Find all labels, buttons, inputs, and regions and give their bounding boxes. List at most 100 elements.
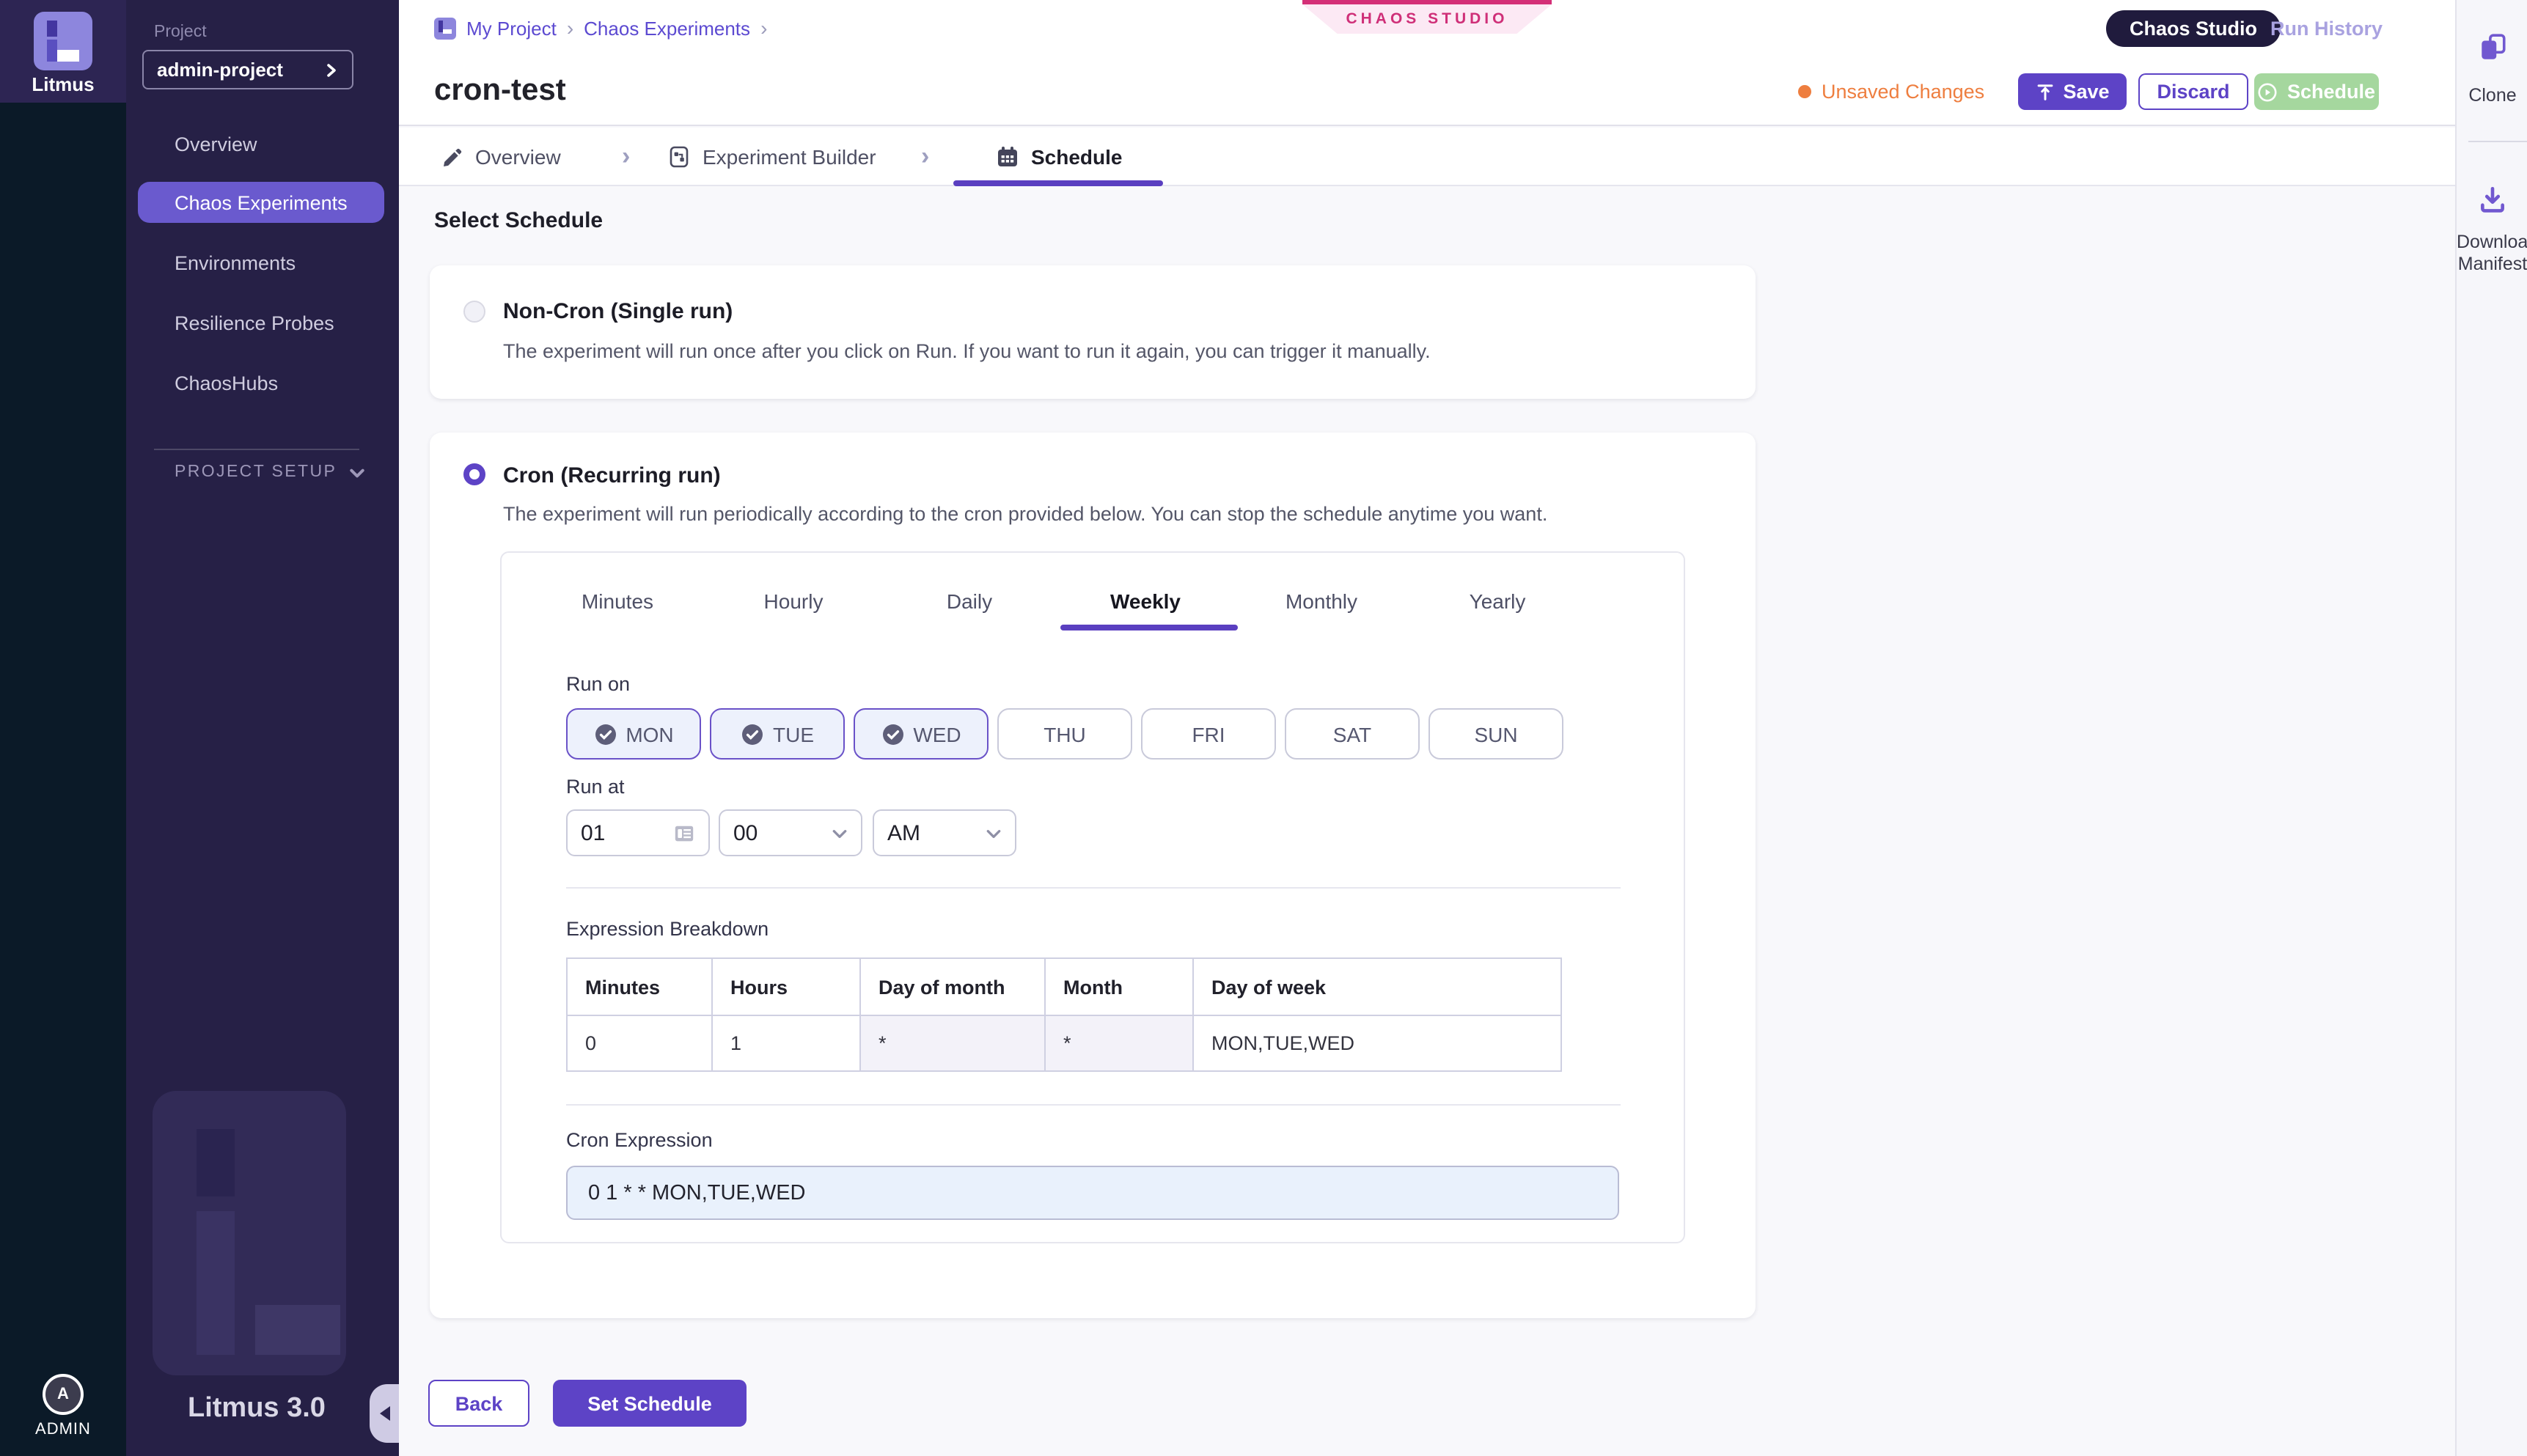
user-profile[interactable]: A ADMIN [0, 1374, 126, 1438]
download-manifest-button[interactable] [2457, 185, 2527, 220]
unsaved-dot-icon [1798, 85, 1811, 98]
sidebar: Project admin-project Overview Chaos Exp… [126, 0, 399, 1456]
freq-tab-hourly[interactable]: Hourly [705, 573, 881, 629]
col-month: Month [1045, 958, 1193, 1015]
discard-button[interactable]: Discard [2138, 73, 2248, 110]
check-circle-icon [741, 722, 764, 746]
litmus-app: Litmus A ADMIN Project admin-project Ove… [0, 0, 2527, 1456]
cell-hours: 1 [712, 1015, 860, 1071]
cron-expression-input[interactable] [585, 1180, 1600, 1206]
chevron-down-icon [832, 825, 848, 841]
clone-label: Clone [2457, 85, 2527, 106]
save-button[interactable]: Save [2018, 73, 2127, 110]
cron-option-card: Cron (Recurring run) The experiment will… [430, 433, 1756, 1318]
section-divider [566, 1104, 1621, 1106]
schedule-button[interactable]: Schedule [2254, 73, 2379, 110]
page-title: cron-test [434, 73, 566, 109]
chaos-studio-toggle[interactable]: Chaos Studio [2106, 10, 2281, 47]
play-circle-icon [2258, 81, 2278, 102]
cell-day-of-month: * [860, 1015, 1045, 1071]
clone-button[interactable] [2457, 32, 2527, 67]
project-setup-toggle[interactable]: PROJECT SETUP [175, 463, 365, 481]
time-picker: 00 AM [566, 809, 1016, 856]
col-hours: Hours [712, 958, 860, 1015]
freq-tab-minutes[interactable]: Minutes [529, 573, 705, 629]
active-tab-underline [953, 180, 1163, 186]
freq-tab-weekly[interactable]: Weekly [1057, 573, 1233, 629]
hour-input[interactable] [581, 820, 639, 845]
day-button-wed[interactable]: WED [854, 708, 989, 760]
download-icon [2477, 185, 2508, 216]
pencil-icon [441, 146, 463, 168]
non-cron-radio[interactable] [463, 301, 485, 323]
day-button-thu[interactable]: THU [997, 708, 1132, 760]
cron-builder-panel: Minutes Hourly Daily Weekly Monthly Year… [500, 551, 1685, 1243]
tab-overview[interactable]: Overview [441, 128, 561, 186]
cron-expression-field [566, 1166, 1619, 1220]
sidebar-item-overview[interactable]: Overview [126, 122, 399, 166]
day-button-tue[interactable]: TUE [710, 708, 845, 760]
breadcrumb-my-project[interactable]: My Project [466, 17, 557, 39]
project-label: Project [154, 23, 207, 41]
user-role-label: ADMIN [0, 1421, 126, 1438]
frequency-tabs: Minutes Hourly Daily Weekly Monthly Year… [529, 573, 1585, 629]
step-separator-icon: › [921, 128, 929, 186]
avatar[interactable]: A [43, 1374, 84, 1415]
cell-minutes: 0 [567, 1015, 712, 1071]
freq-tab-daily[interactable]: Daily [881, 573, 1057, 629]
sidebar-item-environments[interactable]: Environments [126, 240, 399, 284]
sidebar-collapse-button[interactable] [370, 1384, 399, 1443]
cron-radio[interactable] [463, 463, 485, 485]
cron-title: Cron (Recurring run) [503, 463, 721, 488]
col-minutes: Minutes [567, 958, 712, 1015]
minute-select[interactable]: 00 [719, 809, 862, 856]
check-circle-icon [593, 722, 617, 746]
main-area: My Project › Chaos Experiments › cron-te… [399, 0, 2455, 1456]
table-header-row: Minutes Hours Day of month Month Day of … [567, 958, 1561, 1015]
cron-expression-label: Cron Expression [566, 1129, 713, 1151]
freq-tab-yearly[interactable]: Yearly [1409, 573, 1585, 629]
non-cron-description: The experiment will run once after you c… [503, 340, 1431, 362]
rail-divider [2468, 141, 2527, 142]
collapse-arrow-icon [379, 1406, 389, 1421]
day-button-fri[interactable]: FRI [1141, 708, 1276, 760]
expression-breakdown-label: Expression Breakdown [566, 918, 769, 940]
sidebar-item-chaos-experiments[interactable]: Chaos Experiments [138, 182, 384, 223]
right-action-rail: Clone Download Manifest [2455, 0, 2527, 1456]
tab-experiment-builder[interactable]: Experiment Builder [667, 128, 876, 186]
hour-field[interactable] [566, 809, 710, 856]
litmus-logo-label: Litmus [0, 73, 126, 95]
meridiem-select[interactable]: AM [873, 809, 1016, 856]
active-frequency-underline [1060, 625, 1238, 630]
project-setup-label: PROJECT SETUP [175, 463, 337, 481]
litmus-logo-icon[interactable] [34, 12, 92, 70]
project-name: admin-project [157, 59, 283, 81]
unsaved-changes-status: Unsaved Changes [1798, 73, 1984, 110]
builder-icon [667, 145, 691, 169]
chevron-right-icon [324, 62, 339, 77]
set-schedule-button[interactable]: Set Schedule [553, 1380, 747, 1427]
cell-month: * [1045, 1015, 1193, 1071]
back-button[interactable]: Back [428, 1380, 529, 1427]
project-select[interactable]: admin-project [142, 50, 353, 89]
tab-schedule[interactable]: Schedule [996, 128, 1123, 186]
calendar-icon [996, 145, 1019, 169]
breadcrumb-chaos-experiments[interactable]: Chaos Experiments [584, 17, 750, 39]
sidebar-item-chaoshubs[interactable]: ChaosHubs [126, 361, 399, 405]
day-button-sun[interactable]: SUN [1428, 708, 1563, 760]
day-button-sat[interactable]: SAT [1285, 708, 1420, 760]
run-at-label: Run at [566, 776, 625, 798]
chaos-studio-banner: CHAOS STUDIO [1302, 0, 1552, 34]
day-button-mon[interactable]: MON [566, 708, 701, 760]
download-manifest-label: Download Manifest [2457, 232, 2527, 274]
sidebar-item-resilience-probes[interactable]: Resilience Probes [126, 301, 399, 345]
run-history-link[interactable]: Run History [2270, 18, 2383, 40]
banner-label: CHAOS STUDIO [1302, 4, 1552, 34]
freq-tab-monthly[interactable]: Monthly [1233, 573, 1409, 629]
non-cron-option-card[interactable]: Non-Cron (Single run) The experiment wil… [430, 265, 1756, 399]
col-day-of-week: Day of week [1193, 958, 1561, 1015]
check-circle-icon [881, 722, 904, 746]
left-rail: Litmus A ADMIN [0, 0, 126, 1456]
chevron-down-icon [986, 825, 1002, 841]
save-pin-icon [2035, 82, 2054, 101]
